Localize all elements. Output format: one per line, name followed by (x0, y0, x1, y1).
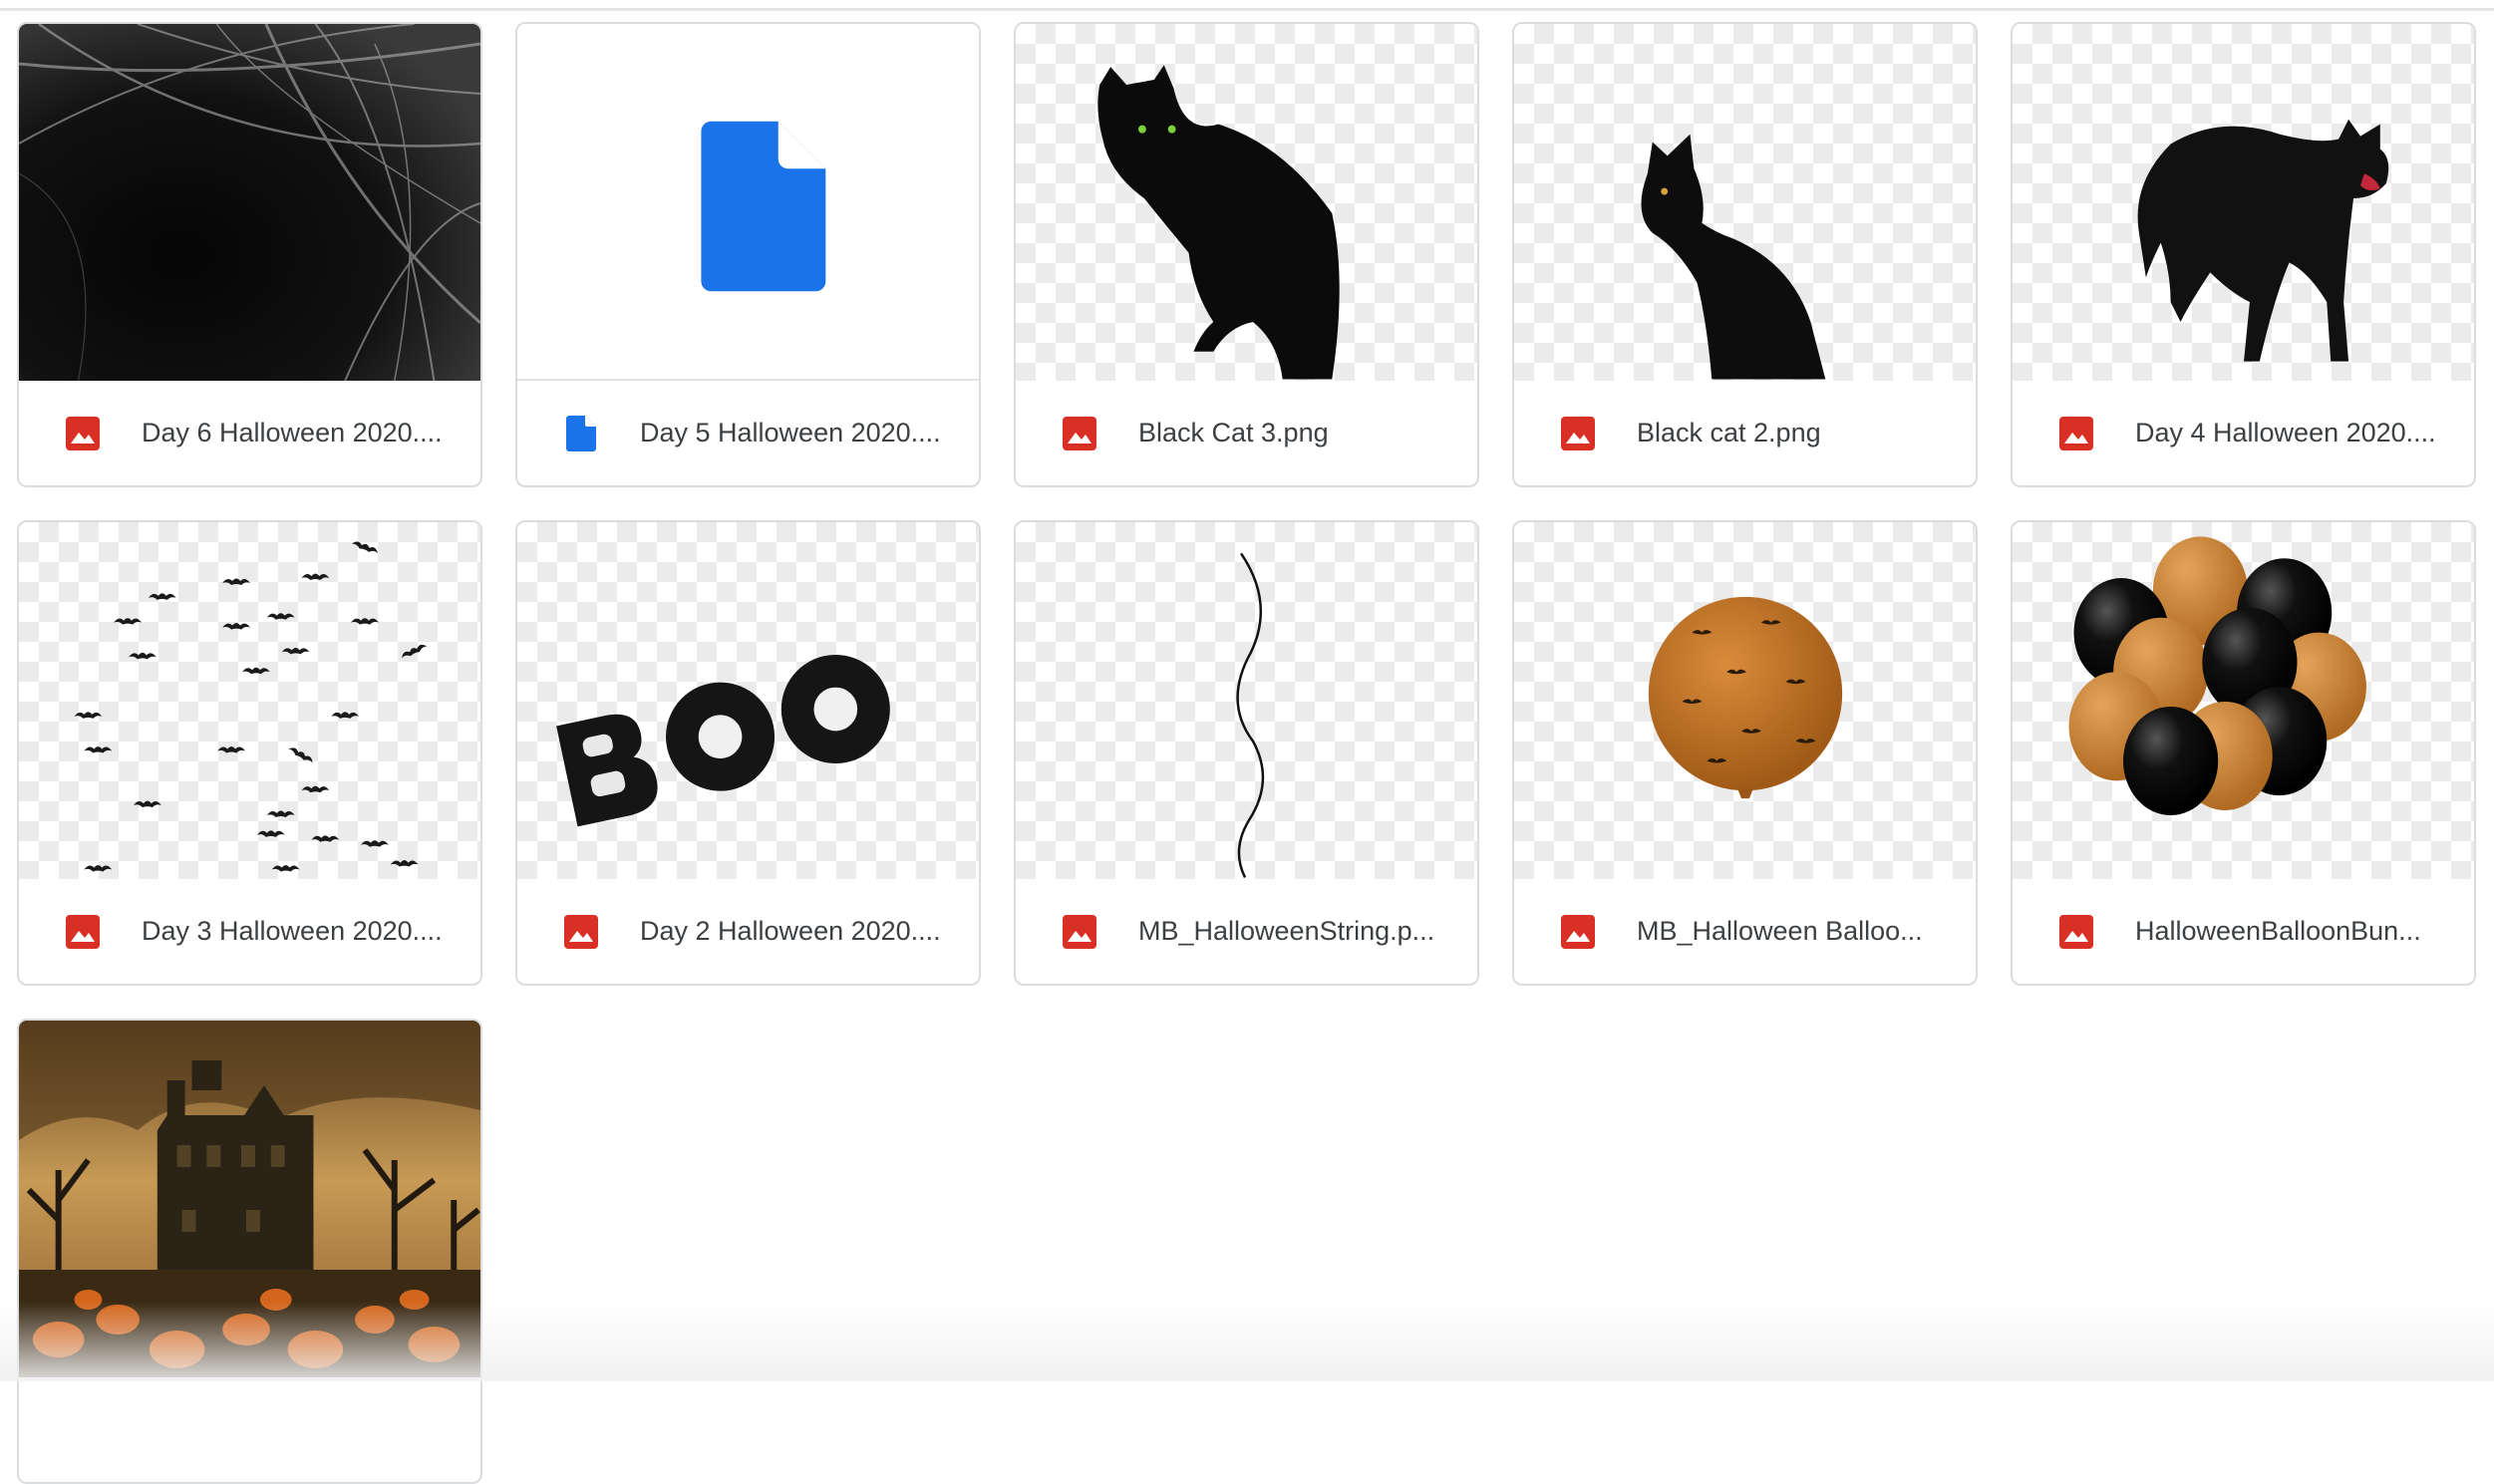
file-name: Day 2 Halloween 2020.... (640, 916, 941, 946)
file-thumbnail (1016, 24, 1477, 381)
file-name: Black cat 2.png (1637, 418, 1821, 447)
file-card[interactable]: Day 2 Halloween 2020.... (515, 520, 981, 986)
file-card[interactable]: Day 5 Halloween 2020.... (515, 22, 981, 487)
file-thumbnail (19, 522, 480, 879)
image-file-icon (1059, 413, 1100, 454)
file-grid: Day 6 Halloween 2020.... Day 5 Halloween… (17, 22, 2476, 1484)
file-name: MB_Halloween Balloo... (1637, 916, 1923, 946)
spider-web-thumbnail (19, 24, 480, 381)
file-thumbnail (517, 522, 979, 879)
file-thumbnail (1016, 522, 1477, 879)
black-cat-arched-thumbnail (2137, 119, 2389, 362)
file-thumbnail (2013, 24, 2474, 381)
top-divider (0, 8, 2494, 11)
black-cat-profile-thumbnail (1641, 134, 1826, 380)
file-name: Day 3 Halloween 2020.... (142, 916, 443, 946)
document-icon (701, 121, 826, 292)
black-cat-sitting-thumbnail (1097, 65, 1340, 380)
boo-letters-thumbnail (556, 654, 890, 827)
image-file-icon (2055, 413, 2097, 454)
file-name: Day 4 Halloween 2020.... (2135, 418, 2436, 447)
bats-thumbnail (74, 539, 428, 872)
file-name: Day 6 Halloween 2020.... (142, 418, 443, 447)
file-thumbnail (2013, 522, 2474, 879)
file-name: Black Cat 3.png (1138, 418, 1329, 447)
file-thumbnail (1514, 522, 1976, 879)
image-file-icon (2055, 911, 2097, 953)
image-file-icon (62, 911, 104, 953)
file-card[interactable]: MB_HalloweenString.p... (1014, 520, 1479, 986)
string-thumbnail (1236, 552, 1265, 879)
orange-balloon-thumbnail (1648, 596, 1843, 799)
doc-file-icon (560, 413, 602, 454)
file-name: MB_HalloweenString.p... (1138, 916, 1435, 946)
file-thumbnail (1514, 24, 1976, 381)
image-file-icon (62, 413, 104, 454)
image-file-icon (1557, 413, 1599, 454)
balloon-bunch-thumbnail (2068, 536, 2366, 816)
file-card[interactable]: Day 4 Halloween 2020.... (2011, 22, 2476, 487)
bottom-fade (0, 1302, 2494, 1381)
file-name: HalloweenBalloonBun... (2135, 916, 2421, 946)
file-card[interactable]: Black cat 2.png (1512, 22, 1978, 487)
file-card[interactable] (17, 1019, 482, 1484)
file-card[interactable]: Day 6 Halloween 2020.... (17, 22, 482, 487)
file-thumbnail (517, 24, 979, 381)
file-card[interactable]: Day 3 Halloween 2020.... (17, 520, 482, 986)
file-card[interactable]: MB_Halloween Balloo... (1512, 520, 1978, 986)
image-file-icon (1557, 911, 1599, 953)
file-thumbnail (19, 24, 480, 381)
file-card[interactable]: Black Cat 3.png (1014, 22, 1479, 487)
file-card[interactable]: HalloweenBalloonBun... (2011, 520, 2476, 986)
image-file-icon (560, 911, 602, 953)
file-name: Day 5 Halloween 2020.... (640, 418, 941, 447)
image-file-icon (1059, 911, 1100, 953)
